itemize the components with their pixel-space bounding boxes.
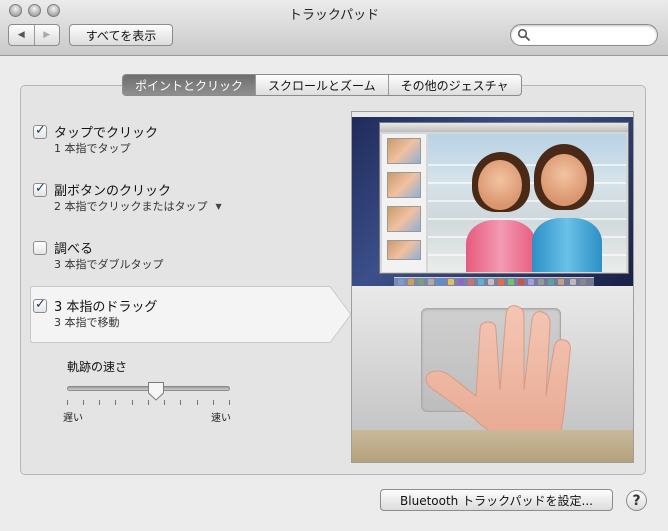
tracking-speed-label: 軌跡の速さ [67, 360, 128, 374]
preview-dock [394, 277, 594, 286]
preview-photo [428, 134, 626, 272]
window-title: トラックパッド [288, 8, 380, 23]
gesture-preview-video [351, 111, 634, 463]
option-secondary-click[interactable]: ✓ 副ボタンのクリック 2 本指でクリックまたはタップ ▼ [33, 180, 333, 216]
option-look-up[interactable]: 調べる 3 本指でダブルタップ [33, 238, 333, 274]
option-subtitle-dropdown[interactable]: 2 本指でクリックまたはタップ ▼ [54, 198, 222, 214]
option-subtitle: 3 本指で移動 [54, 316, 120, 329]
dropdown-arrow-icon[interactable]: ▼ [216, 202, 222, 211]
slow-label: 遅い [63, 413, 83, 424]
tab-more-gestures[interactable]: その他のジェスチャ [387, 75, 521, 95]
option-title: 副ボタンのクリック [54, 184, 172, 199]
option-tap-to-click[interactable]: ✓ タップでクリック 1 本指でタップ [33, 122, 333, 158]
preview-app-window [379, 122, 629, 274]
option-title: タップでクリック [54, 126, 159, 141]
option-title: 3 本指のドラッグ [54, 300, 158, 315]
option-subtitle: 3 本指でダブルタップ [54, 258, 164, 271]
tracking-speed-slider-knob[interactable] [147, 381, 165, 401]
secondary-click-checkbox[interactable]: ✓ [33, 181, 47, 197]
back-forward-control: ◀ ▶ [8, 24, 60, 46]
help-button[interactable]: ? [626, 490, 647, 511]
back-arrow-icon[interactable]: ◀ [9, 25, 34, 45]
option-subtitle: 2 本指でクリックまたはタップ [54, 200, 208, 213]
checkmark-icon: ✓ [35, 123, 46, 138]
forward-arrow-icon[interactable]: ▶ [33, 25, 60, 45]
tap-to-click-checkbox[interactable]: ✓ [33, 123, 47, 139]
tab-bar: ポイントとクリック スクロールとズーム その他のジェスチャ [122, 74, 522, 96]
tab-point-and-click[interactable]: ポイントとクリック [123, 75, 256, 95]
settings-panel: ✓ タップでクリック 1 本指でタップ ✓ 副ボタンのクリック 2 本指でクリッ… [20, 85, 646, 475]
preview-screen [352, 112, 633, 286]
option-title: 調べる [54, 242, 94, 257]
option-three-finger-drag[interactable]: ✓ 3 本指のドラッグ 3 本指で移動 [33, 296, 333, 332]
three-finger-drag-checkbox[interactable]: ✓ [33, 297, 47, 313]
checkmark-icon: ✓ [35, 181, 46, 196]
title-bar: トラックパッド ◀ ▶ すべてを表示 [0, 0, 668, 56]
search-field[interactable] [510, 24, 658, 46]
option-subtitle: 1 本指でタップ [54, 142, 131, 155]
checkmark-icon: ✓ [35, 297, 46, 312]
setup-bluetooth-trackpad-button[interactable]: Bluetooth トラックパッドを設定... [380, 489, 613, 511]
show-all-button[interactable]: すべてを表示 [69, 24, 173, 46]
search-icon [517, 28, 530, 41]
look-up-checkbox[interactable] [33, 241, 47, 255]
trackpad-preferences-window: トラックパッド ◀ ▶ すべてを表示 ポイントとクリック スクロールとズーム そ… [0, 0, 668, 531]
fast-label: 速い [211, 413, 231, 424]
tab-scroll-and-zoom[interactable]: スクロールとズーム [255, 75, 388, 95]
